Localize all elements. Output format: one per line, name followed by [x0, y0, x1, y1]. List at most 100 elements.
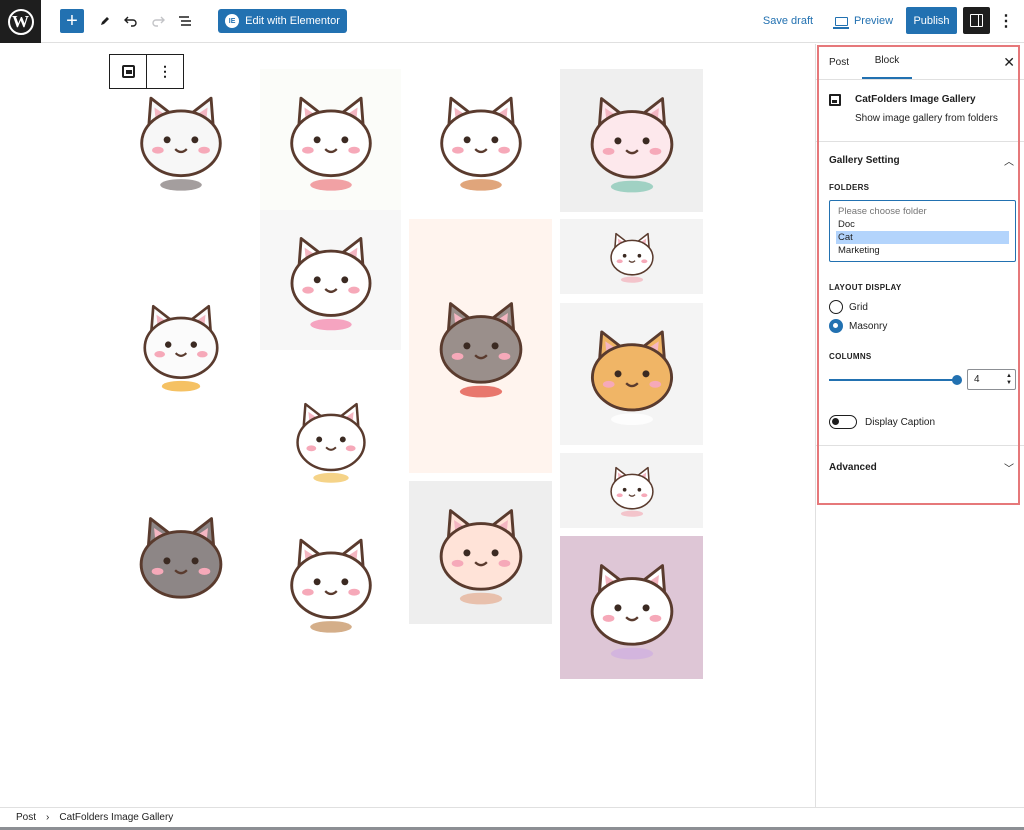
- gallery-image-cat-boba[interactable]: [260, 509, 401, 654]
- list-view-button[interactable]: [173, 8, 197, 34]
- block-type-button[interactable]: [110, 55, 147, 88]
- spinner-arrows-icon[interactable]: ▲ ▼: [1006, 373, 1012, 387]
- breadcrumb-root[interactable]: Post: [16, 812, 36, 823]
- toggle-switch-icon: [829, 415, 857, 429]
- columns-label: COLUMNS: [829, 352, 872, 361]
- gallery-block-icon: [121, 65, 135, 78]
- list-view-icon: [179, 16, 191, 26]
- preview-label: Preview: [853, 15, 894, 27]
- undo-icon: [124, 16, 137, 27]
- cat-illustration: [122, 500, 239, 622]
- gallery-image-cat-small-1[interactable]: [560, 219, 703, 294]
- gallery-image-cat-orange[interactable]: [560, 303, 703, 445]
- cat-illustration: [422, 491, 539, 613]
- gallery-setting-title: Gallery Setting: [829, 155, 900, 166]
- close-icon[interactable]: ✕: [1003, 54, 1015, 71]
- folders-label: FOLDERS: [829, 183, 870, 192]
- gallery-image-cat-mug[interactable]: [560, 69, 703, 212]
- gallery-image-cat-gray-heart[interactable]: [409, 219, 552, 473]
- gallery-image-cat-stretch[interactable]: [409, 69, 552, 210]
- layout-display-label: LAYOUT DISPLAY: [829, 283, 902, 292]
- gallery-setting-panel-toggle[interactable]: Gallery Setting ︿: [829, 153, 1014, 168]
- chevron-right-icon: ›: [46, 812, 50, 823]
- preview-button[interactable]: Preview: [832, 8, 896, 34]
- gallery-image-cat-phone[interactable]: [109, 481, 252, 641]
- folder-option-marketing[interactable]: Marketing: [836, 244, 1009, 257]
- options-menu-button[interactable]: ⋮: [997, 8, 1015, 34]
- display-caption-label: Display Caption: [865, 416, 936, 428]
- tab-block[interactable]: Block: [862, 44, 912, 79]
- columns-slider-handle[interactable]: [952, 375, 962, 385]
- cat-illustration: [281, 388, 379, 491]
- block-toolbar: ⋮: [109, 54, 184, 89]
- gallery-block-icon: [829, 94, 841, 106]
- divider: [816, 141, 1024, 142]
- cat-illustration: [273, 220, 388, 340]
- gallery-image-cat-snack[interactable]: [109, 280, 252, 410]
- folder-select-list[interactable]: Please choose folder Doc Cat Marketing: [829, 200, 1016, 262]
- gallery-image-cat-small-2[interactable]: [560, 453, 703, 528]
- cat-illustration: [127, 289, 234, 401]
- edit-with-elementor-button[interactable]: IE Edit with Elementor: [218, 9, 347, 33]
- block-description: Show image gallery from folders: [855, 113, 998, 124]
- cat-illustration: [573, 79, 690, 201]
- columns-number-input[interactable]: 4 ▲ ▼: [967, 369, 1016, 390]
- cat-illustration: [422, 285, 539, 407]
- cat-illustration: [423, 79, 539, 200]
- elementor-icon: IE: [225, 14, 240, 28]
- wordpress-logo-icon: W: [7, 8, 34, 35]
- redo-icon: [152, 16, 165, 27]
- advanced-title: Advanced: [829, 462, 877, 473]
- gallery-image-cat-bag[interactable]: [260, 380, 401, 500]
- sidebar-tabs: Post Block ✕: [816, 44, 1024, 80]
- columns-slider-track[interactable]: [829, 379, 955, 381]
- publish-button[interactable]: Publish: [906, 7, 957, 34]
- gallery-image-cat-pink-bg[interactable]: [560, 536, 703, 679]
- cat-illustration: [601, 223, 663, 290]
- breadcrumb-current[interactable]: CatFolders Image Gallery: [59, 812, 173, 823]
- chevron-up-icon: ︿: [1004, 157, 1014, 168]
- sidebar-panel-icon: [970, 14, 983, 27]
- cat-illustration: [273, 79, 389, 200]
- cat-illustration: [123, 79, 239, 200]
- cat-illustration: [573, 546, 690, 668]
- divider: [816, 445, 1024, 446]
- tab-post[interactable]: Post: [829, 44, 849, 80]
- monitor-icon: [832, 16, 849, 29]
- folder-option-doc[interactable]: Doc: [836, 218, 1009, 231]
- pencil-icon: [101, 17, 109, 25]
- gallery-image-cat-cushion[interactable]: [260, 69, 401, 210]
- gallery-image-cat-bow[interactable]: [260, 210, 401, 350]
- block-options-button[interactable]: ⋮: [147, 55, 183, 88]
- gallery-image-cat-hug[interactable]: [109, 69, 252, 210]
- columns-value: 4: [974, 374, 980, 385]
- gallery-image-cat-lying[interactable]: [409, 481, 552, 624]
- block-breadcrumb: Post › CatFolders Image Gallery: [0, 807, 1024, 827]
- save-draft-button[interactable]: Save draft: [760, 8, 816, 34]
- settings-sidebar: Post Block ✕ CatFolders Image Gallery Sh…: [815, 44, 1024, 807]
- layout-grid-label: Grid: [849, 301, 868, 313]
- radio-unchecked-icon: [829, 300, 843, 314]
- block-title: CatFolders Image Gallery: [855, 94, 976, 105]
- undo-button[interactable]: [119, 8, 143, 34]
- redo-button[interactable]: [146, 8, 170, 34]
- add-block-button[interactable]: +: [60, 9, 84, 33]
- folder-option-cat[interactable]: Cat: [836, 231, 1009, 244]
- advanced-panel-toggle[interactable]: Advanced ﹀: [829, 460, 1014, 475]
- folder-option-placeholder[interactable]: Please choose folder: [836, 205, 1009, 218]
- cat-illustration: [573, 313, 689, 434]
- display-caption-toggle[interactable]: Display Caption: [829, 415, 935, 429]
- edit-with-elementor-label: Edit with Elementor: [245, 15, 340, 27]
- layout-grid-radio[interactable]: Grid: [829, 300, 868, 314]
- chevron-down-icon: ﹀: [1004, 464, 1014, 475]
- wordpress-logo-button[interactable]: W: [0, 0, 41, 43]
- layout-masonry-label: Masonry: [849, 320, 888, 332]
- plus-icon: +: [66, 10, 78, 32]
- layout-masonry-radio[interactable]: Masonry: [829, 319, 887, 333]
- settings-sidebar-toggle[interactable]: [963, 7, 990, 34]
- cat-illustration: [273, 521, 389, 642]
- radio-checked-icon: [829, 319, 843, 333]
- tools-button[interactable]: [93, 8, 117, 34]
- editor-top-bar: W + IE Edit with Elementor Save draft Pr…: [0, 0, 1024, 43]
- cat-illustration: [601, 457, 663, 524]
